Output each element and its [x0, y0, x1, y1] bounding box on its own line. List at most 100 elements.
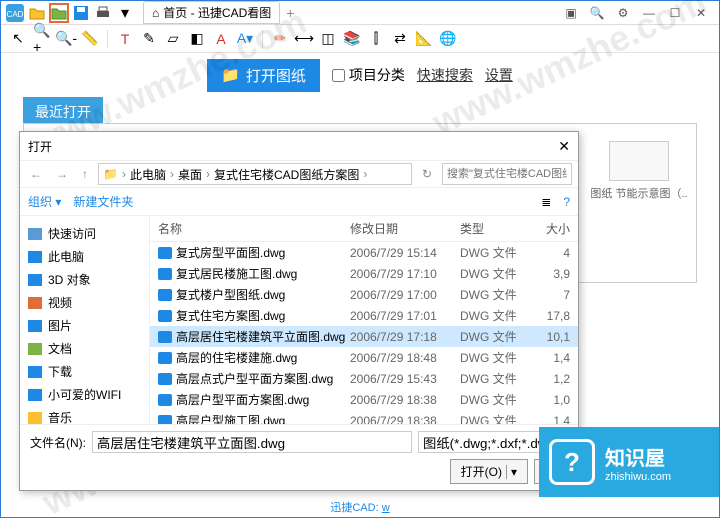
brand-icon: ? [549, 439, 595, 485]
sidebar-item-label: 图片 [48, 317, 72, 334]
dwg-icon [158, 268, 172, 280]
file-row[interactable]: 复式楼户型图纸.dwg2006/7/29 17:00DWG 文件7 [150, 284, 578, 305]
open-button[interactable]: 打开(O)▾ [450, 459, 528, 484]
col-type[interactable]: 类型 [460, 220, 530, 237]
sidebar-item-label: 文档 [48, 340, 72, 357]
category-check-input[interactable] [332, 69, 345, 82]
breadcrumb-seg[interactable]: 桌面 [178, 166, 202, 183]
file-row[interactable]: 高层居住宅楼建筑平立面图.dwg2006/7/29 17:18DWG 文件10,… [150, 326, 578, 347]
file-name: 复式楼户型图纸.dwg [176, 286, 350, 303]
category-checkbox[interactable]: 项目分类 [332, 65, 405, 85]
nav-back-icon[interactable]: ← [26, 165, 46, 183]
file-type: DWG 文件 [460, 370, 530, 387]
eraser-icon[interactable]: ◫ [319, 30, 337, 48]
help-icon[interactable]: ? [563, 195, 570, 209]
convert-icon[interactable]: ⇄ [391, 30, 409, 48]
folder-icon [28, 251, 42, 263]
pointer-icon[interactable]: ↖ [9, 30, 27, 48]
right-thumbnail[interactable]: 图纸 节能示意图（.. [589, 141, 689, 201]
file-date: 2006/7/29 15:43 [350, 372, 460, 386]
sidebar-item-label: 音乐 [48, 409, 72, 424]
skin-icon[interactable]: ▣ [563, 6, 579, 20]
sidebar-item[interactable]: 视频 [24, 291, 145, 314]
dropdown-icon[interactable]: ▾ [115, 3, 135, 23]
sidebar-item-label: 快速访问 [48, 225, 96, 242]
file-type: DWG 文件 [460, 349, 530, 366]
dwg-icon [158, 352, 172, 364]
file-date: 2006/7/29 18:38 [350, 414, 460, 425]
nav-up-icon[interactable]: ↑ [78, 165, 92, 183]
folder-icon [28, 274, 42, 286]
file-type: DWG 文件 [460, 412, 530, 424]
search-icon[interactable]: 🔍 [589, 6, 605, 20]
breadcrumb-seg[interactable]: 此电脑 [130, 166, 166, 183]
ruler-icon[interactable]: 📐 [415, 30, 433, 48]
folder-icon [28, 297, 42, 309]
file-size: 1,2 [530, 372, 570, 386]
col-size[interactable]: 大小 [530, 220, 570, 237]
dialog-title: 打开 [28, 138, 52, 155]
file-name: 高层点式户型平面方案图.dwg [176, 370, 350, 387]
file-row[interactable]: 高层的住宅楼建施.dwg2006/7/29 18:48DWG 文件1,4 [150, 347, 578, 368]
file-size: 7 [530, 288, 570, 302]
search-input[interactable] [442, 163, 572, 185]
open-drawing-icon[interactable] [49, 3, 69, 23]
print-icon[interactable] [93, 3, 113, 23]
app-icon[interactable]: CAD [5, 3, 25, 23]
file-row[interactable]: 高层户型施工图.dwg2006/7/29 18:38DWG 文件1,4 [150, 410, 578, 424]
zoom-in-icon[interactable]: 🔍+ [33, 30, 51, 48]
file-row[interactable]: 高层户型平面方案图.dwg2006/7/29 18:38DWG 文件1,0 [150, 389, 578, 410]
file-row[interactable]: 复式住宅方案图.dwg2006/7/29 17:01DWG 文件17,8 [150, 305, 578, 326]
file-date: 2006/7/29 17:10 [350, 267, 460, 281]
open-file-icon[interactable] [27, 3, 47, 23]
refresh-icon[interactable]: ↻ [418, 165, 436, 183]
file-type: DWG 文件 [460, 328, 530, 345]
measure-icon[interactable]: 📏 [81, 30, 99, 48]
file-row[interactable]: 复式房型平面图.dwg2006/7/29 15:14DWG 文件4 [150, 242, 578, 263]
svg-text:CAD: CAD [7, 10, 24, 19]
file-type: DWG 文件 [460, 244, 530, 261]
sidebar-item[interactable]: 文档 [24, 337, 145, 360]
sidebar-item[interactable]: 快速访问 [24, 222, 145, 245]
brand-name-cn: 知识屋 [605, 442, 671, 471]
zoom-out-icon[interactable]: 🔍- [57, 30, 75, 48]
file-type: DWG 文件 [460, 307, 530, 324]
text-icon[interactable]: T [116, 30, 134, 48]
dialog-toolbar: 组织 ▾ 新建文件夹 ≣ ? [20, 188, 578, 216]
dwg-icon [158, 247, 172, 259]
organize-button[interactable]: 组织 ▾ [28, 193, 61, 210]
sidebar-item[interactable]: 图片 [24, 314, 145, 337]
brand-name-en: zhishiwu.com [605, 471, 671, 483]
globe-icon[interactable]: 🌐 [439, 30, 457, 48]
new-folder-button[interactable]: 新建文件夹 [73, 193, 133, 210]
col-date[interactable]: 修改日期 [350, 220, 460, 237]
col-name[interactable]: 名称 [158, 220, 350, 237]
app-window: CAD ▾ ⌂ 首页 - 迅捷CAD看图 + ▣ 🔍 ⚙ — ☐ ✕ ↖ 🔍+ … [0, 0, 720, 518]
layers-icon[interactable]: 📚 [343, 30, 361, 48]
breadcrumb[interactable]: 📁 › 此电脑 › 桌面 › 复式住宅楼CAD图纸方案图 › [98, 163, 412, 185]
dwg-icon [158, 394, 172, 406]
annotate-icon[interactable]: ✎ [140, 30, 158, 48]
file-rows: 复式房型平面图.dwg2006/7/29 15:14DWG 文件4复式居民楼施工… [150, 242, 578, 424]
file-type: DWG 文件 [460, 265, 530, 282]
dialog-close-icon[interactable]: ✕ [558, 138, 570, 155]
sidebar-item[interactable]: 3D 对象 [24, 268, 145, 291]
filename-input[interactable] [92, 431, 412, 453]
sidebar-item[interactable]: 此电脑 [24, 245, 145, 268]
credit-link[interactable]: w [382, 502, 390, 514]
quick-search-link[interactable]: 快速搜索 [417, 65, 473, 85]
compare-icon[interactable]: ⫿ [367, 30, 385, 48]
file-row[interactable]: 复式居民楼施工图.dwg2006/7/29 17:10DWG 文件3,9 [150, 263, 578, 284]
sidebar-item[interactable]: 下载 [24, 360, 145, 383]
file-type: DWG 文件 [460, 391, 530, 408]
area-icon[interactable]: ▱ [164, 30, 182, 48]
save-icon[interactable] [71, 3, 91, 23]
file-row[interactable]: 高层点式户型平面方案图.dwg2006/7/29 15:43DWG 文件1,2 [150, 368, 578, 389]
breadcrumb-seg[interactable]: 复式住宅楼CAD图纸方案图 [214, 166, 359, 183]
file-date: 2006/7/29 17:18 [350, 330, 460, 344]
sidebar-item[interactable]: 小可爱的WIFI [24, 383, 145, 406]
sidebar-item[interactable]: 音乐 [24, 406, 145, 424]
dialog-footer: 文件名(N): 打开(O)▾ 取 [20, 424, 578, 490]
nav-forward-icon[interactable]: → [52, 165, 72, 183]
view-mode-icon[interactable]: ≣ [541, 195, 551, 209]
